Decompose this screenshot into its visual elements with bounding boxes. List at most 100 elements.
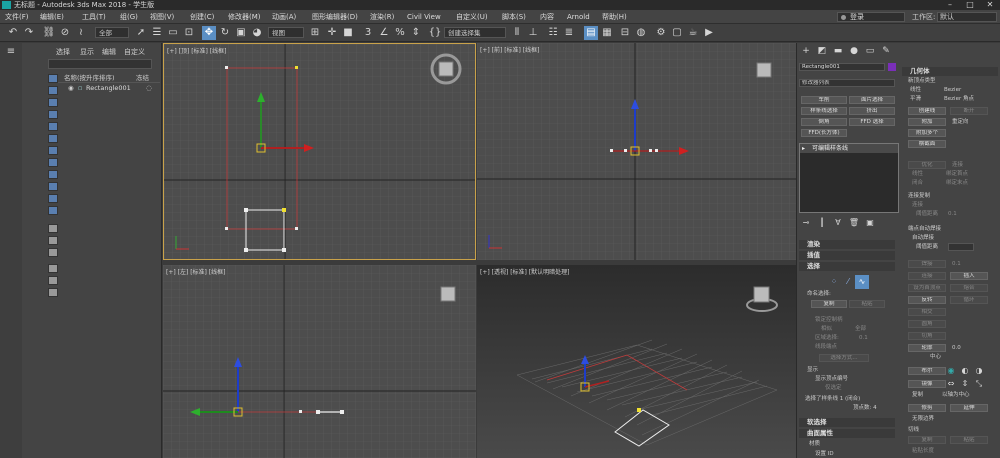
mirror-horizontal-icon[interactable]: ⇔ [944,377,958,391]
scene-row-rectangle[interactable]: ◉ ▫ Rectangle001 ◌ [68,83,160,93]
display-influences-icon[interactable] [48,236,58,245]
lock-handles-checkbox[interactable]: 锁定控制柄 [815,317,843,324]
rollout-soft-selection[interactable]: 软选择 [799,418,895,427]
rect-selection-icon[interactable]: ▭ [166,26,180,40]
select-by-name-icon[interactable]: ☰ [150,26,164,40]
tab-customize[interactable]: 自定义 [124,47,145,57]
rendered-frame-window-icon[interactable]: ▢ [670,26,684,40]
bezier-corner-radio[interactable]: Bezier 角点 [944,96,974,103]
utilities-tab-icon[interactable]: ✎ [879,44,893,58]
lathe-button[interactable]: 车削 [801,96,847,104]
bevel-button[interactable]: 倒角 [801,118,847,126]
viewport-front-label[interactable]: [+] [前] [标准] [线框] [480,45,539,54]
spinner-snap-icon[interactable]: ⇕ [409,26,423,40]
menu-content[interactable]: 内容 [540,10,554,24]
edit-named-selsets-icon[interactable]: {} [428,26,442,40]
bind-last-checkbox[interactable]: 绑定末点 [946,180,968,187]
mirror-vertical-icon[interactable]: ⇕ [958,377,972,391]
rollout-rendering[interactable]: 渲染 [799,240,895,249]
curve-editor-icon[interactable]: ▦ [600,26,614,40]
display-xrefs-icon[interactable] [48,170,58,179]
select-by-button[interactable]: 选择方式... [819,354,869,362]
rollout-interpolation[interactable]: 插值 [799,251,895,260]
menu-civil-view[interactable]: Civil View [407,10,441,24]
similar-radio[interactable]: 相似 [821,326,832,333]
undo-icon[interactable]: ↶ [6,26,20,40]
insert-button[interactable]: 插入 [950,272,988,280]
object-color-swatch[interactable] [888,63,896,71]
expand-icon[interactable]: ▸ [802,144,805,153]
tab-select[interactable]: 选择 [56,47,70,57]
column-freeze[interactable]: 冻结 [136,73,149,83]
display-tab-icon[interactable]: ▭ [863,44,877,58]
minimize-icon[interactable]: – [940,0,960,10]
display-cameras-icon[interactable] [48,122,58,131]
viewport-top-label[interactable]: [+] [顶] [标准] [线框] [167,46,226,55]
display-helpers-icon[interactable] [48,134,58,143]
filter-icon[interactable] [48,264,58,273]
toggle-layer-explorer-icon[interactable]: ≣ [562,26,576,40]
intersection-icon[interactable]: ◑ [972,364,986,378]
menu-customize[interactable]: 自定义(U) [456,10,488,24]
percent-snap-icon[interactable]: % [393,26,407,40]
all-radio[interactable]: 全部 [855,326,866,333]
sync-selection-icon[interactable] [48,248,58,257]
threshold-value[interactable]: 0.1 [948,211,957,218]
patch-select-button[interactable]: 面片选择 [849,96,895,104]
angle-snap-icon[interactable]: ∠ [377,26,391,40]
segment-mode-icon[interactable]: ⁄ [841,275,855,289]
viewport-front[interactable]: [+] [前] [标准] [线框] [477,43,796,260]
copy-selection-button[interactable]: 复制 [811,300,847,308]
modify-tab-icon[interactable]: ◩ [815,44,829,58]
select-rotate-icon[interactable]: ↻ [218,26,232,40]
viewport-left[interactable]: [+] [左] [标准] [线框] [163,265,476,458]
auto-weld-checkbox[interactable]: 自动焊接 [912,235,934,242]
tab-display[interactable]: 显示 [80,47,94,57]
reference-coordsys-dropdown[interactable]: 视图 [268,27,304,38]
viewcube-left[interactable] [440,286,456,302]
weld-threshold-value[interactable] [948,243,974,251]
menu-views[interactable]: 视图(V) [150,10,174,24]
display-geometry-icon[interactable] [48,86,58,95]
create-tab-icon[interactable]: + [799,44,813,58]
explorer-menu-icon[interactable]: ≡ [4,45,18,59]
render-icon[interactable]: ▶ [702,26,716,40]
object-name-field[interactable]: Rectangle001 [799,63,885,71]
paste-length-checkbox[interactable]: 粘贴长度 [912,448,934,455]
find-icon[interactable] [48,276,58,285]
mirror-about-pivot-checkbox[interactable]: 以轴为中心 [942,392,970,399]
viewport-left-label[interactable]: [+] [左] [标准] [线框] [166,267,225,276]
spline-select-button[interactable]: 样条线选择 [801,107,847,115]
break-button[interactable]: 断开 [950,107,988,115]
bind-spacewarp-icon[interactable]: ≀ [74,26,88,40]
bezier-radio[interactable]: Bezier [944,87,961,94]
menu-create[interactable]: 创建(C) [190,10,214,24]
display-containers-icon[interactable] [48,194,58,203]
spline-mode-icon[interactable]: ∿ [855,275,869,289]
menu-animation[interactable]: 动画(A) [272,10,296,24]
vertex-mode-icon[interactable]: ⁘ [827,275,841,289]
tangent-copy-button[interactable]: 复制 [908,436,946,444]
scene-search-input[interactable] [48,59,152,69]
rollout-geometry[interactable]: 几何体 [902,67,998,76]
select-scale-icon[interactable]: ▣ [234,26,248,40]
motion-tab-icon[interactable]: ● [847,44,861,58]
extrude-button[interactable]: 挤出 [849,107,895,115]
outline-button[interactable]: 轮廓 [908,344,946,352]
display-spacewarps-icon[interactable] [48,146,58,155]
menu-modifiers[interactable]: 修改器(M) [228,10,261,24]
mirror-both-icon[interactable]: ⤡ [972,377,986,391]
pin-stack-icon[interactable]: ⊸ [799,216,813,230]
placement-icon[interactable]: ◕ [250,26,264,40]
menu-file[interactable]: 文件(F) [5,10,29,24]
ffd-box-button[interactable]: FFD(长方体) [801,129,847,137]
toggle-scene-explorer-icon[interactable]: ☷ [546,26,560,40]
extend-button[interactable]: 延伸 [950,404,988,412]
display-groups-icon[interactable] [48,158,58,167]
display-all-icon[interactable] [48,74,58,83]
cross-section-button[interactable]: 横截面 [908,140,946,148]
render-production-icon[interactable]: ☕ [686,26,700,40]
reorient-checkbox[interactable]: 重定向 [952,119,969,126]
fuse-button[interactable]: 熔合 [950,284,988,292]
link-icon[interactable]: ⛓ [42,26,56,40]
